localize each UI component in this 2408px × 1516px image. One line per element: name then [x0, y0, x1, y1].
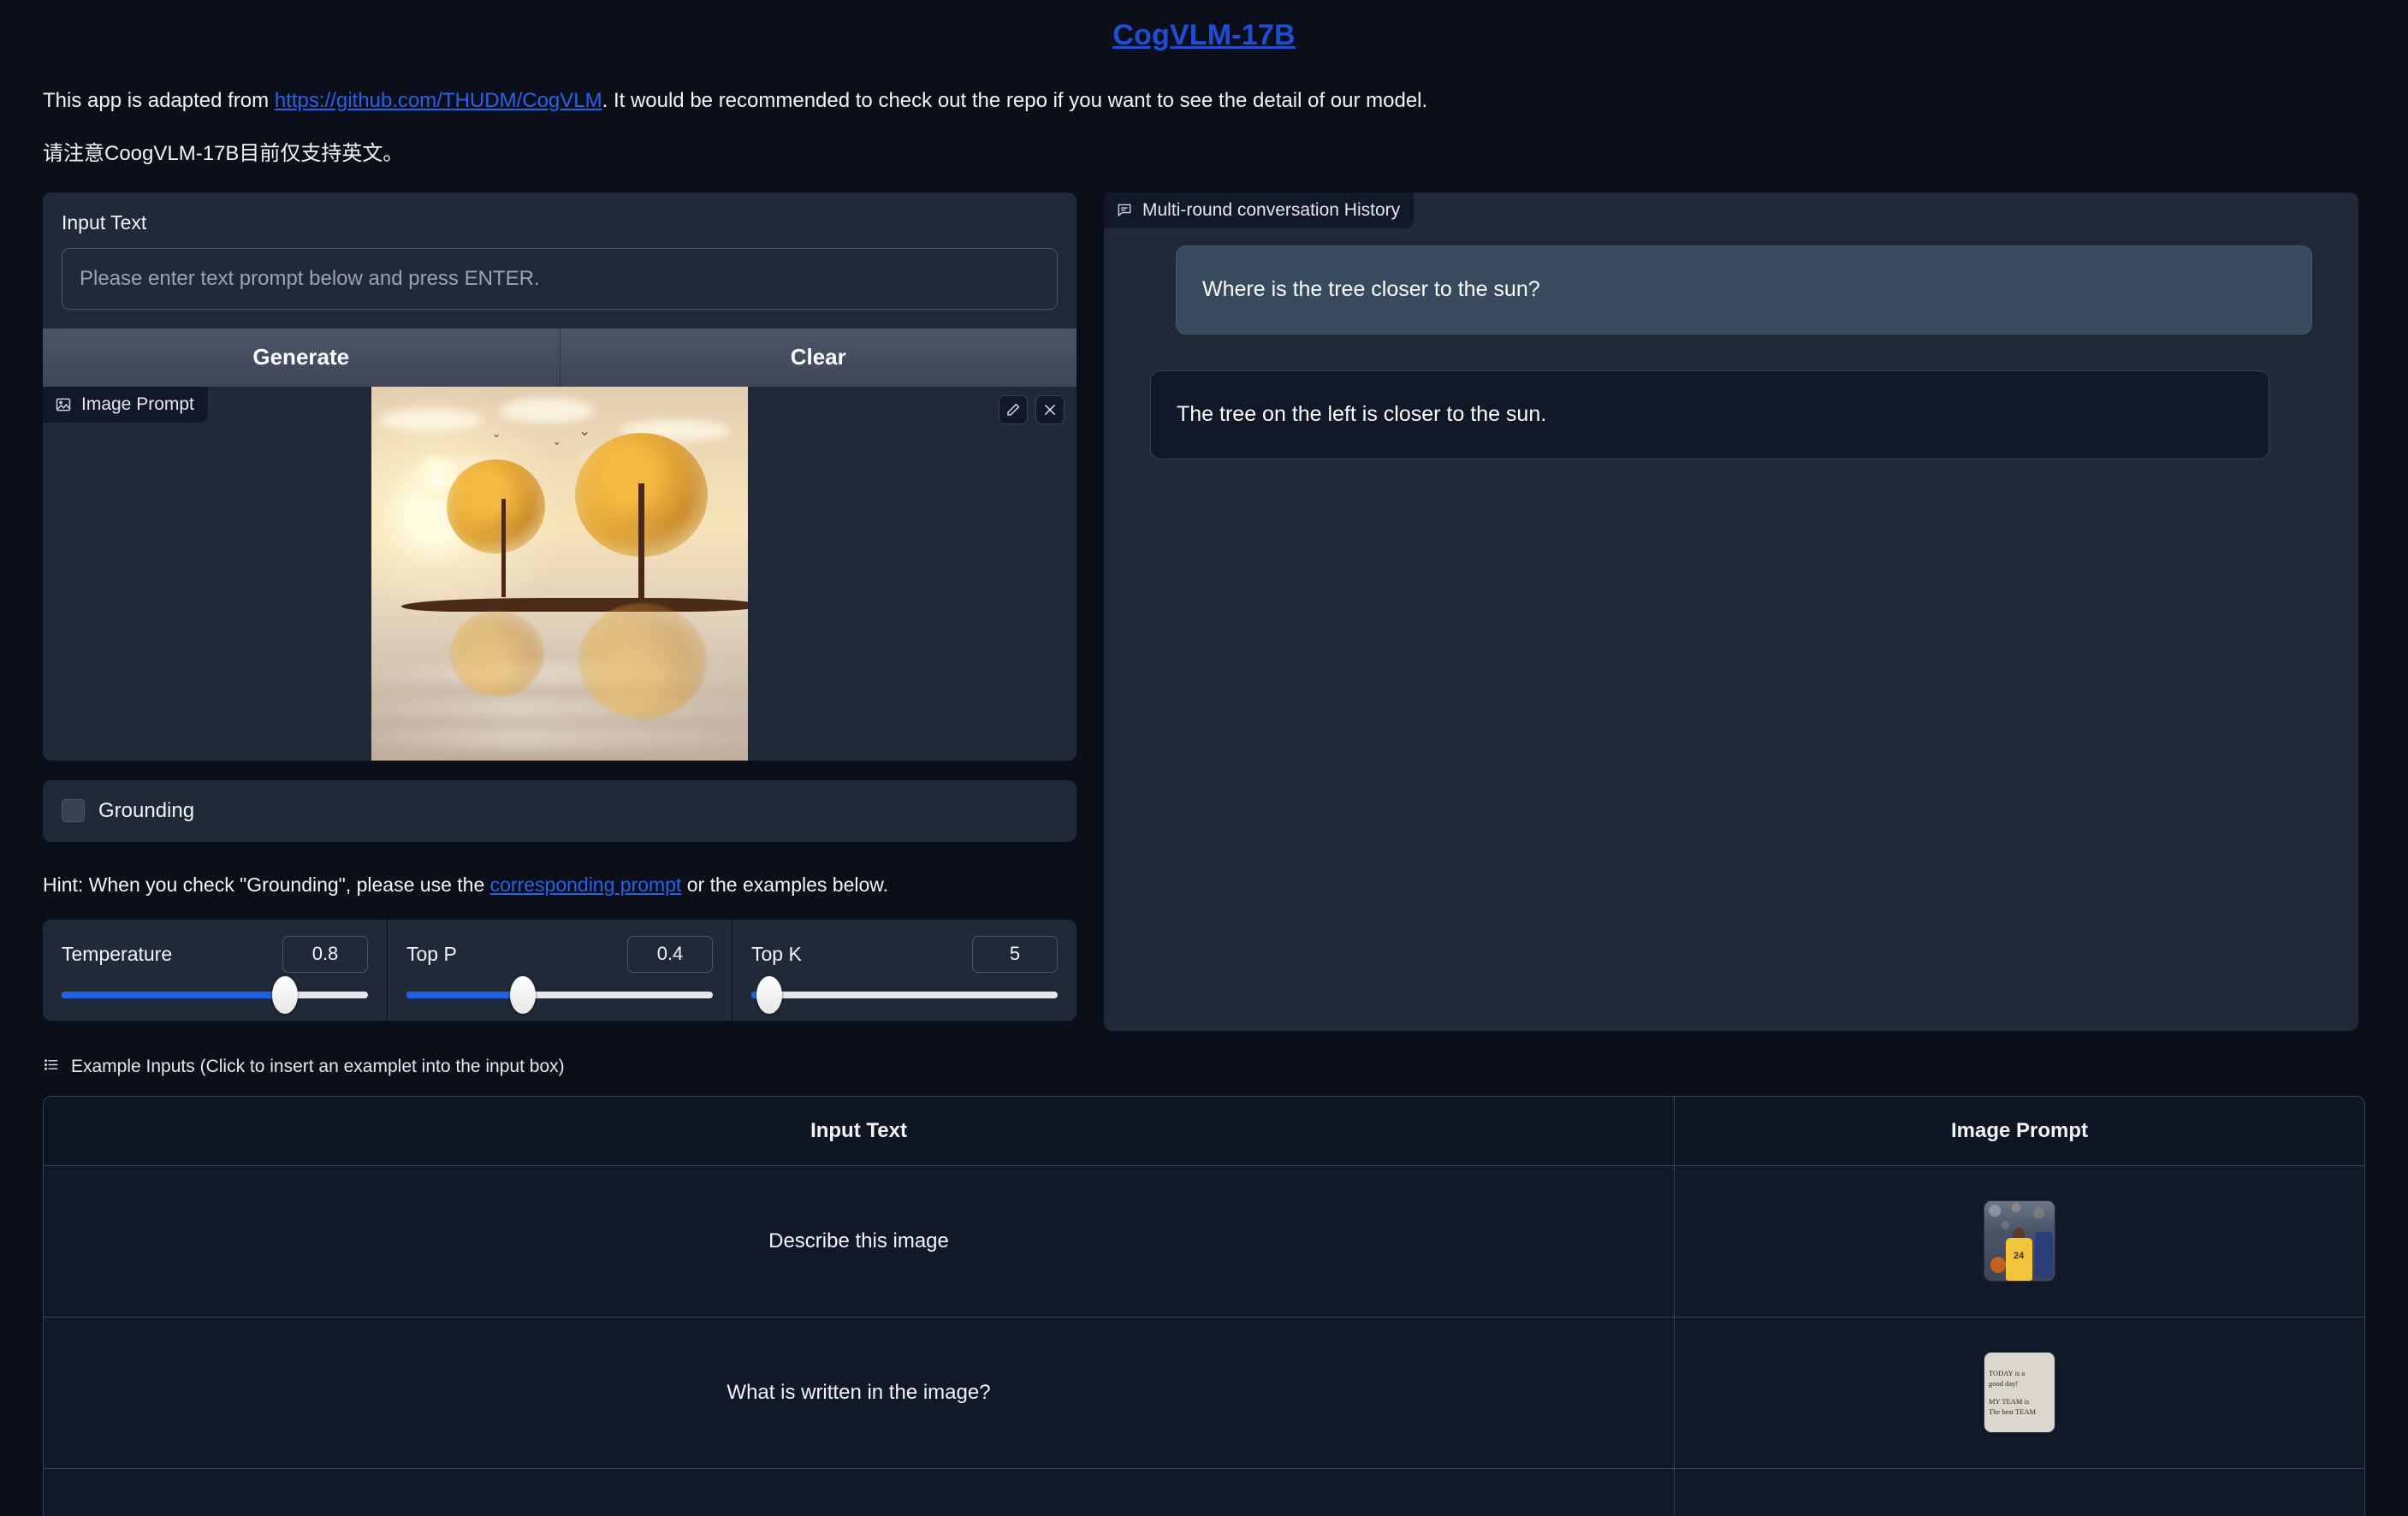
note-line: MY TEAM is	[1989, 1396, 2030, 1406]
slider-top-p-track[interactable]	[406, 975, 713, 1014]
slider-top-p-value[interactable]	[627, 935, 713, 973]
slider-top-k: Top K	[732, 919, 1076, 1021]
examples-heading-label: Example Inputs (Click to insert an examp…	[71, 1057, 565, 1077]
table-row[interactable]: What is written in the image? TODAY is a…	[44, 1316, 2364, 1468]
main-content: Input Text Generate Clear	[43, 192, 2365, 1031]
message-bubble-user: Where is the tree closer to the sun?	[1176, 245, 2312, 335]
image-action-buttons	[999, 394, 1065, 424]
slider-top-p-fill	[406, 991, 524, 998]
intro-prefix: This app is adapted from	[43, 89, 275, 112]
left-column: Input Text Generate Clear	[43, 192, 1076, 1021]
hint-prefix: Hint: When you check "Grounding", please…	[43, 873, 490, 896]
header: CogVLM-17B	[43, 0, 2365, 52]
uploaded-image: ⌄ ⌄ ⌄	[371, 386, 748, 761]
input-panel: Input Text Generate Clear	[43, 192, 1076, 761]
message-list: Where is the tree closer to the sun? The…	[1104, 192, 2358, 459]
generate-button[interactable]: Generate	[43, 328, 560, 387]
hint-suffix: or the examples below.	[681, 873, 888, 896]
input-text-block: Input Text	[43, 192, 1076, 310]
examples-heading: Example Inputs (Click to insert an examp…	[43, 1057, 2365, 1078]
intro-text: This app is adapted from https://github.…	[43, 86, 2365, 116]
slider-top-p-label: Top P	[406, 942, 457, 965]
sampling-sliders: Temperature Top P	[43, 919, 1076, 1021]
example-thumbnail-basketball: 24	[1984, 1200, 2055, 1282]
prompt-input[interactable]	[62, 247, 1058, 310]
message-text: The tree on the left is closer to the su…	[1177, 402, 1547, 427]
intro-suffix: . It would be recommended to check out t…	[602, 89, 1428, 112]
input-text-label: Input Text	[62, 210, 147, 234]
grounding-label: Grounding	[98, 798, 195, 822]
clear-button[interactable]: Clear	[559, 328, 1076, 387]
grounding-hint: Hint: When you check "Grounding", please…	[43, 873, 1076, 897]
corresponding-prompt-link[interactable]: corresponding prompt	[490, 873, 682, 896]
message-bubble-bot: The tree on the left is closer to the su…	[1150, 370, 2269, 459]
chat-bubble-icon	[1116, 202, 1133, 219]
examples-table: Input Text Image Prompt Describe this im…	[43, 1095, 2365, 1516]
slider-top-k-track[interactable]	[751, 975, 1058, 1014]
image-prompt-tag: Image Prompt	[43, 386, 208, 423]
example-input-text: What is written in the image?	[727, 1380, 991, 1404]
slider-temperature-knob[interactable]	[272, 975, 299, 1014]
slider-top-k-knob[interactable]	[756, 975, 783, 1014]
slider-top-p: Top P	[387, 919, 732, 1021]
grounding-row[interactable]: Grounding	[43, 779, 1076, 842]
image-prompt-tag-label: Image Prompt	[81, 394, 194, 414]
slider-top-k-label: Top K	[751, 942, 802, 965]
slider-top-k-value[interactable]	[972, 935, 1058, 973]
note-line: The best TEAM	[1989, 1406, 2037, 1416]
list-icon	[43, 1057, 59, 1078]
column-header-image-prompt: Image Prompt	[1950, 1118, 2089, 1142]
app-root: CogVLM-17B This app is adapted from http…	[0, 0, 2408, 1516]
slider-temperature-label: Temperature	[62, 942, 173, 965]
image-icon	[55, 396, 72, 413]
repo-link[interactable]: https://github.com/THUDM/CogVLM	[275, 89, 602, 112]
slider-temperature-fill	[62, 991, 286, 998]
pencil-icon[interactable]	[999, 394, 1028, 424]
right-column: Multi-round conversation History Where i…	[1104, 192, 2358, 1031]
example-input-text: Describe this image	[768, 1229, 949, 1252]
table-row[interactable]: Describe this image 24	[44, 1164, 2364, 1317]
conversation-panel: Multi-round conversation History Where i…	[1104, 192, 2358, 1031]
note-line: good day!	[1989, 1378, 2019, 1388]
grounding-checkbox[interactable]	[62, 799, 85, 823]
slider-temperature-track[interactable]	[62, 975, 368, 1014]
example-thumbnail-note: TODAY is a good day! MY TEAM is The best…	[1984, 1352, 2055, 1434]
chinese-note: 请注意CoogVLM-17B目前仅支持英文。	[43, 141, 404, 165]
message-text: Where is the tree closer to the sun?	[1202, 277, 1540, 302]
close-icon[interactable]	[1035, 394, 1065, 424]
slider-top-p-knob[interactable]	[510, 975, 537, 1014]
app-title-link[interactable]: CogVLM-17B	[1112, 19, 1296, 52]
action-button-row: Generate Clear	[43, 328, 1076, 387]
table-row[interactable]	[44, 1467, 2364, 1516]
note-line: TODAY is a	[1989, 1368, 2025, 1377]
conversation-tag-label: Multi-round conversation History	[1142, 199, 1401, 220]
conversation-tag: Multi-round conversation History	[1104, 192, 1415, 228]
slider-temperature: Temperature	[43, 919, 387, 1021]
column-header-input-text: Input Text	[810, 1118, 907, 1142]
slider-temperature-value[interactable]	[282, 935, 368, 973]
image-prompt-area[interactable]: Image Prompt ⌄ ⌄ ⌄	[43, 386, 1076, 761]
table-header-row: Input Text Image Prompt	[44, 1096, 2364, 1165]
